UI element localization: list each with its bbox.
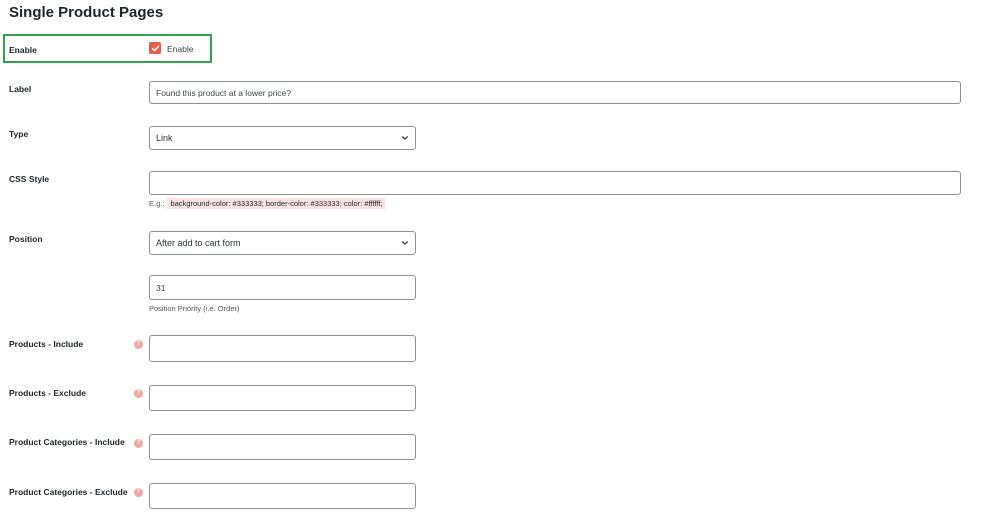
- categories-include-input[interactable]: [149, 434, 416, 460]
- categories-exclude-label: Product Categories - Exclude: [9, 487, 128, 497]
- categories-include-label: Product Categories - Include: [9, 437, 125, 447]
- chevron-down-icon: [402, 136, 408, 140]
- label-input[interactable]: [149, 81, 961, 104]
- help-tip-icon[interactable]: ?: [134, 488, 143, 497]
- position-select-value: After add to cart form: [156, 238, 241, 248]
- type-select-value: Link: [156, 133, 173, 143]
- css-style-field-label: CSS Style: [9, 174, 50, 184]
- css-style-example: E.g.: background-color: #333333; border-c…: [149, 198, 386, 209]
- help-tip-icon[interactable]: ?: [134, 389, 143, 398]
- products-include-input[interactable]: [149, 335, 416, 362]
- position-priority-input[interactable]: [149, 275, 416, 300]
- css-style-input[interactable]: [149, 171, 961, 195]
- enable-label: Enable: [9, 45, 37, 55]
- type-select[interactable]: Link: [149, 126, 416, 150]
- css-style-example-prefix: E.g.:: [149, 199, 165, 208]
- help-tip-icon[interactable]: ?: [134, 439, 143, 448]
- categories-exclude-input[interactable]: [149, 483, 416, 509]
- products-exclude-input[interactable]: [149, 385, 416, 411]
- products-include-label: Products - Include: [9, 339, 84, 349]
- enable-checkbox-label[interactable]: Enable: [167, 44, 193, 54]
- position-priority-help: Position Priority (i.e. Order): [149, 304, 240, 313]
- products-exclude-label: Products - Exclude: [9, 388, 86, 398]
- type-field-label: Type: [9, 129, 29, 139]
- label-field-label: Label: [9, 84, 32, 94]
- help-tip-icon[interactable]: ?: [134, 340, 143, 349]
- css-style-example-code: background-color: #333333; border-color:…: [167, 198, 386, 209]
- position-select[interactable]: After add to cart form: [149, 231, 416, 255]
- enable-checkbox[interactable]: [149, 42, 161, 54]
- position-field-label: Position: [9, 234, 43, 244]
- page-title: Single Product Pages: [9, 4, 164, 21]
- checkmark-icon: [151, 45, 159, 51]
- chevron-down-icon: [402, 241, 408, 245]
